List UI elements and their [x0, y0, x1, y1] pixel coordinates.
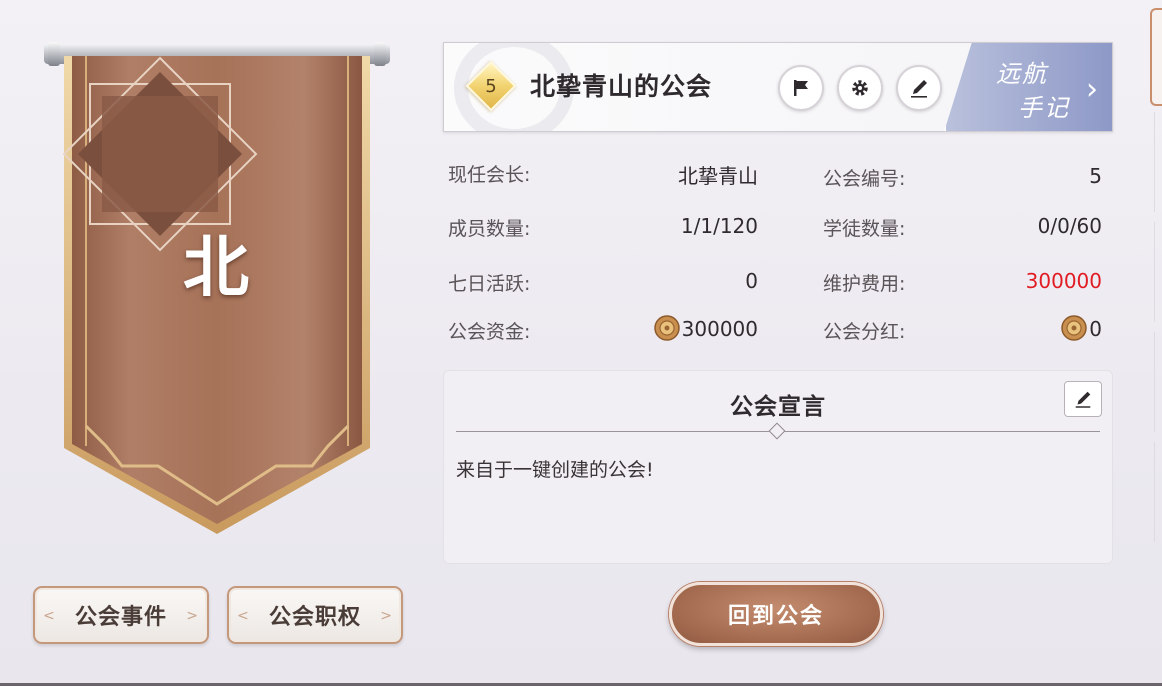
side-tab-strip [1148, 0, 1162, 686]
return-to-guild-button[interactable]: 回到公会 [669, 582, 883, 646]
upkeep-value: 300000 [1025, 269, 1102, 293]
guild-events-button[interactable]: < 公会事件 > [33, 586, 209, 644]
rod-cap-right [374, 42, 386, 66]
president-value: 北挚青山 [678, 164, 758, 188]
guild-banner: 北 [62, 56, 372, 536]
apprentices-value: 0/0/60 [1037, 214, 1102, 238]
side-tab[interactable] [1154, 442, 1162, 542]
gear-icon [852, 80, 868, 96]
edit-declaration-button[interactable] [1064, 381, 1102, 417]
ornament-icon: > [380, 608, 393, 624]
guild-id-label: 公会编号: [823, 168, 906, 190]
level-badge: 5 [465, 60, 517, 112]
side-tab-active[interactable] [1150, 8, 1162, 106]
side-tab[interactable] [1154, 222, 1162, 322]
level-value: 5 [485, 75, 497, 97]
declaration-text: 来自于一键创建的公会! [456, 459, 654, 481]
side-tab[interactable] [1154, 112, 1162, 212]
banner-emblem-char: 北 [183, 229, 249, 306]
ornament-icon: > [186, 608, 199, 624]
guild-name: 北挚青山的公会 [530, 72, 713, 101]
voyage-notes-button[interactable]: 远航 手记 › [944, 43, 1112, 131]
flag-icon [794, 80, 808, 96]
apprentices-label: 学徒数量: [823, 218, 906, 240]
ornament-icon: < [43, 608, 56, 624]
pen-icon [1075, 391, 1091, 408]
chevron-right-icon: › [1086, 72, 1098, 107]
active-value: 0 [745, 269, 758, 293]
settings-button[interactable] [837, 65, 883, 111]
upkeep-label: 维护费用: [823, 273, 906, 295]
funds-label: 公会资金: [448, 321, 531, 343]
guild-events-label: 公会事件 [74, 605, 167, 630]
president-label: 现任会长: [448, 164, 531, 186]
guild-header-card: 5 北挚青山的公会 远航 手记 › [443, 42, 1113, 132]
rod-cap-left [48, 42, 60, 66]
dividend-value: 0 [1089, 317, 1102, 341]
ornament-icon: < [237, 608, 250, 624]
voyage-label-line2: 手记 [1018, 94, 1070, 122]
coin-icon [1061, 315, 1088, 341]
declaration-panel: 公会宣言 来自于一键创建的公会! [443, 370, 1113, 564]
coin-icon [653, 315, 680, 341]
guild-roles-label: 公会职权 [268, 605, 361, 630]
guild-roles-button[interactable]: < 公会职权 > [227, 586, 403, 644]
voyage-label-line1: 远航 [996, 60, 1048, 88]
pen-icon [911, 80, 927, 98]
dividend-value-row: 0 [1000, 315, 1102, 341]
members-value: 1/1/120 [680, 214, 758, 238]
members-label: 成员数量: [448, 218, 531, 240]
return-to-guild-label: 回到公会 [727, 604, 824, 629]
dividend-label: 公会分红: [823, 321, 906, 343]
declaration-title: 公会宣言 [730, 394, 826, 420]
active-label: 七日活跃: [448, 273, 531, 295]
edit-header-button[interactable] [896, 65, 942, 111]
flag-button[interactable] [778, 65, 824, 111]
funds-value-row: 300000 [600, 315, 758, 341]
side-tab[interactable] [1154, 332, 1162, 432]
guild-id-value: 5 [1089, 164, 1102, 188]
funds-value: 300000 [681, 317, 758, 341]
divider-diamond-icon [768, 422, 786, 440]
